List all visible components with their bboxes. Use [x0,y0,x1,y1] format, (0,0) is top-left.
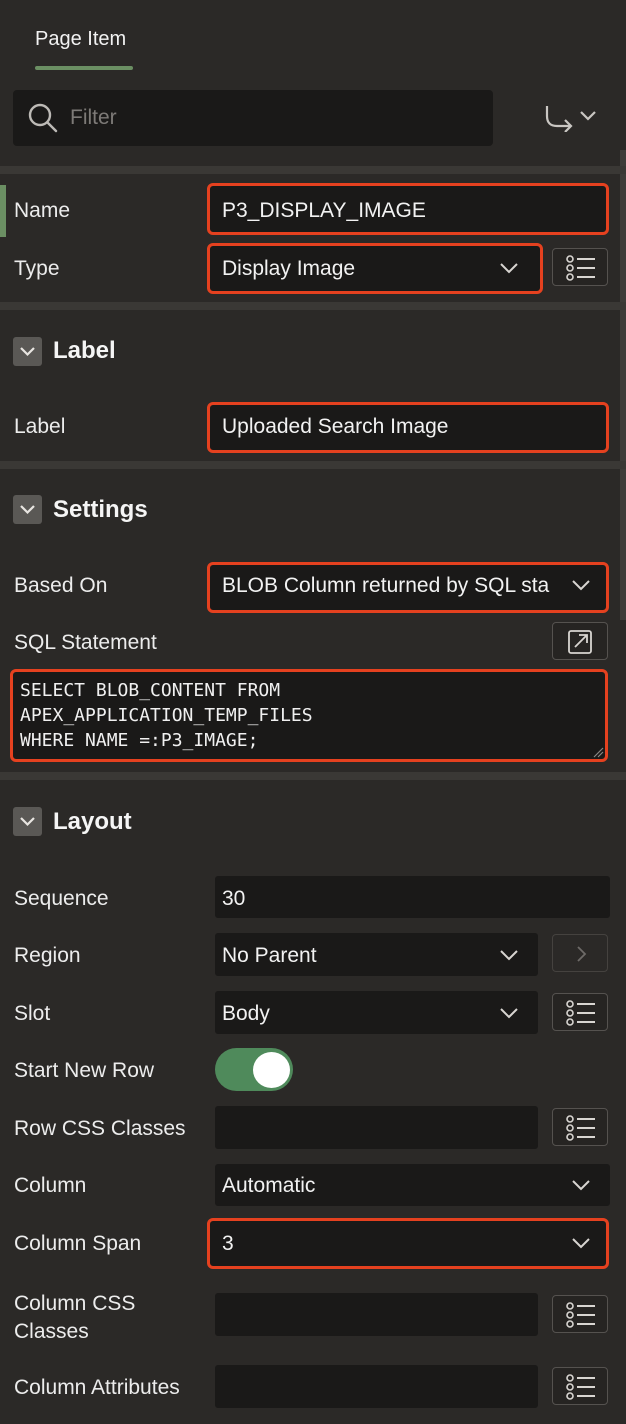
go-to-region-button[interactable] [552,934,608,972]
region-value: No Parent [222,944,317,967]
current-row-indicator [0,185,6,237]
type-value: Display Image [222,257,356,280]
chevron-down-icon [572,1180,590,1191]
chevron-down-icon [500,263,518,274]
label-label: Label [14,415,66,438]
column-css-classes-label: Column CSS Classes [14,1290,135,1346]
section-divider [0,461,626,469]
based-on-label: Based On [14,574,108,597]
chevron-down-icon [500,1008,518,1019]
name-label: Name [14,199,71,222]
go-to-group-icon[interactable] [540,102,600,132]
column-css-classes-label-line1: Column CSS [14,1292,136,1315]
sequence-field[interactable] [215,876,610,918]
resize-handle-icon[interactable] [592,746,604,758]
column-span-label: Column Span [14,1232,142,1255]
row-css-classes-field[interactable] [215,1106,538,1149]
column-label: Column [14,1174,87,1197]
scrollbar[interactable] [620,150,626,620]
section-divider [0,302,626,310]
column-value: Automatic [222,1174,316,1197]
settings-section-title: Settings [53,496,148,523]
row-css-classes-label: Row CSS Classes [14,1117,186,1140]
slot-label: Slot [14,1002,51,1025]
chevron-down-icon [20,505,35,515]
slot-value: Body [222,1002,270,1025]
chevron-down-icon [20,347,35,357]
list-icon [566,1115,595,1141]
column-attributes-label: Column Attributes [14,1376,180,1399]
sql-statement-value: SELECT BLOB_CONTENT FROM APEX_APPLICATIO… [20,680,313,751]
collapse-layout-button[interactable] [13,807,42,836]
list-icon [566,1374,595,1400]
based-on-value: BLOB Column returned by SQL sta [222,574,550,597]
type-list-button[interactable] [552,248,608,286]
expand-icon [568,630,592,654]
type-label: Type [14,257,60,280]
region-label: Region [14,944,81,967]
start-new-row-label: Start New Row [14,1059,155,1082]
column-css-list-button[interactable] [552,1295,608,1333]
label-value: Uploaded Search Image [222,415,449,438]
layout-section-title: Layout [53,808,132,835]
name-value: P3_DISPLAY_IMAGE [222,199,426,222]
sequence-label: Sequence [14,887,109,910]
tab-page-item[interactable]: Page Item [35,28,126,51]
toggle-knob [253,1052,290,1088]
chevron-down-icon [572,580,590,591]
tab-active-indicator [35,66,133,70]
expand-sql-button[interactable] [552,622,608,660]
collapse-label-button[interactable] [13,337,42,366]
sql-statement-label: SQL Statement [14,631,157,654]
search-icon [28,103,58,133]
chevron-down-icon [572,1238,590,1249]
chevron-down-icon [20,817,35,827]
slot-list-button[interactable] [552,993,608,1031]
collapse-settings-button[interactable] [13,495,42,524]
list-icon [566,1302,595,1328]
label-section-title: Label [53,337,116,364]
chevron-right-icon [577,946,587,962]
section-divider [0,166,626,174]
column-span-value: 3 [222,1232,234,1255]
column-css-classes-label-line2: Classes [14,1320,89,1343]
row-css-list-button[interactable] [552,1108,608,1146]
column-css-classes-field[interactable] [215,1293,538,1336]
list-icon [566,1000,595,1026]
filter-placeholder: Filter [70,106,117,129]
column-attributes-list-button[interactable] [552,1367,608,1405]
chevron-down-icon [500,950,518,961]
sequence-value: 30 [222,887,246,910]
section-divider [0,772,626,780]
column-attributes-field[interactable] [215,1365,538,1408]
column-span-select[interactable] [207,1218,609,1269]
list-icon [566,255,595,281]
